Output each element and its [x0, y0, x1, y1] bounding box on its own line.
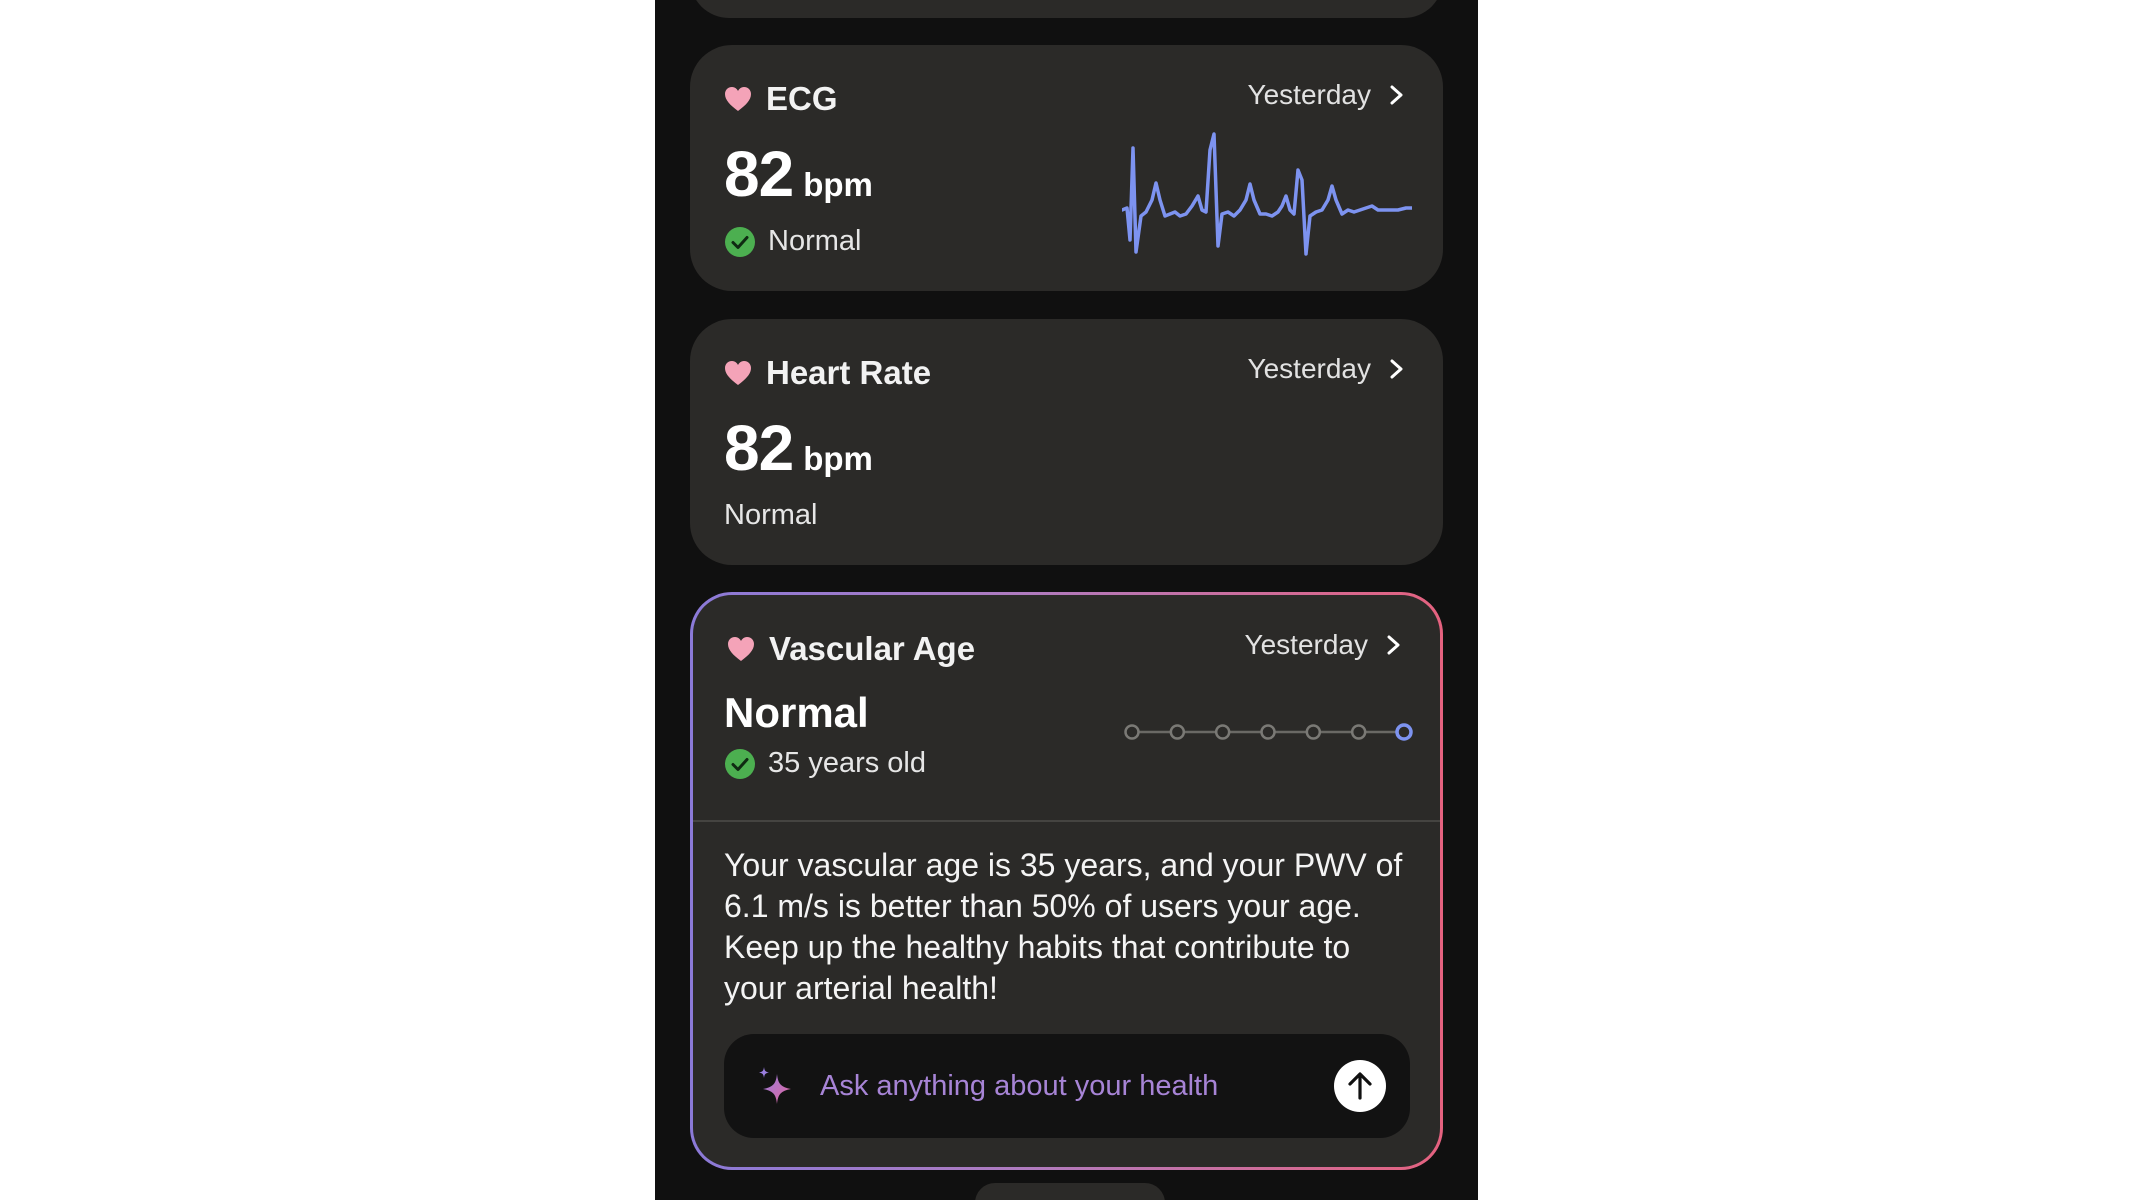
send-button[interactable]	[1334, 1060, 1386, 1112]
heart-rate-bpm-value: 82	[724, 412, 794, 484]
arrow-up-icon	[1348, 1072, 1372, 1100]
ecg-date: Yesterday	[1247, 79, 1372, 110]
ecg-status: Normal	[724, 225, 861, 258]
scale-step	[1350, 724, 1367, 740]
ecg-value: 82 bpm	[724, 137, 873, 211]
chevron-right-icon	[1387, 635, 1400, 655]
heart-rate-date-link[interactable]: Yesterday	[1248, 353, 1406, 385]
heart-rate-title-label: Heart Rate	[766, 354, 932, 391]
heart-icon	[725, 87, 751, 111]
heart-icon	[725, 361, 751, 385]
check-circle-icon	[725, 226, 755, 257]
ecg-waveform	[1122, 132, 1412, 256]
card-divider	[693, 820, 1440, 822]
scale-step	[1214, 724, 1231, 740]
heart-rate-value: 82 bpm	[724, 411, 873, 485]
ecg-bpm-value: 82	[724, 138, 794, 210]
heart-rate-card[interactable]: Heart Rate Yesterday 82 bpm Normal	[690, 319, 1443, 565]
heart-rate-bpm-unit: bpm	[803, 440, 873, 477]
vascular-age-status: 35 years old	[724, 747, 926, 780]
ecg-card[interactable]: ECG Yesterday 82 bpm Normal	[690, 45, 1443, 291]
ecg-title: ECG	[724, 80, 838, 118]
sparkle-icon	[759, 1067, 791, 1104]
check-circle-icon	[725, 748, 755, 779]
vascular-age-status-label: 35 years old	[768, 747, 926, 779]
vascular-age-scale	[1124, 723, 1413, 741]
scale-step-active	[1395, 723, 1413, 741]
ecg-date-link[interactable]: Yesterday	[1248, 79, 1406, 111]
heart-rate-status: Normal	[724, 499, 817, 532]
vascular-age-date-link[interactable]: Yesterday	[1245, 629, 1403, 661]
vascular-age-value: Normal	[724, 689, 869, 736]
vascular-age-date: Yesterday	[1244, 629, 1369, 660]
chevron-right-icon	[1390, 85, 1403, 105]
heart-rate-status-label: Normal	[724, 499, 818, 531]
vascular-age-card[interactable]: Vascular Age Yesterday Normal 35 years o…	[690, 592, 1443, 1170]
heart-rate-title: Heart Rate	[724, 354, 931, 392]
vascular-age-card-body: Vascular Age Yesterday Normal 35 years o…	[693, 595, 1440, 1167]
ask-health-input[interactable]: Ask anything about your health	[820, 1070, 1218, 1103]
vascular-age-title: Vascular Age	[727, 630, 975, 668]
vascular-age-insight: Your vascular age is 35 years, and your …	[724, 847, 1403, 1006]
chevron-right-icon	[1390, 359, 1403, 379]
phone-screen: ECG Yesterday 82 bpm Normal Heart Rate Y…	[655, 0, 1478, 1200]
bottom-nav-pill[interactable]	[975, 1183, 1165, 1200]
ecg-status-label: Normal	[768, 225, 862, 257]
scale-step	[1124, 724, 1140, 740]
heart-rate-date: Yesterday	[1247, 353, 1372, 384]
scale-step	[1305, 724, 1322, 740]
ecg-title-label: ECG	[766, 80, 838, 117]
heart-icon	[728, 637, 754, 661]
scale-step	[1260, 724, 1276, 740]
ask-health-bar[interactable]: Ask anything about your health	[724, 1034, 1410, 1138]
previous-card[interactable]	[690, 0, 1443, 18]
scale-step	[1169, 724, 1186, 740]
ecg-bpm-unit: bpm	[803, 166, 873, 203]
vascular-age-title-label: Vascular Age	[769, 630, 976, 667]
